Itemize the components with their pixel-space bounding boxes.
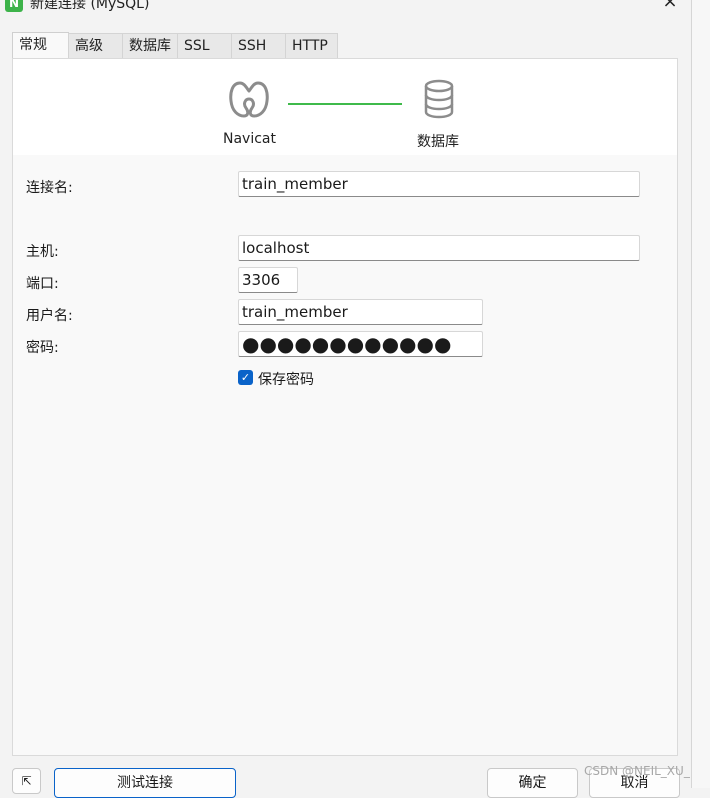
password-input[interactable]: ●●●●●●●●●●●● bbox=[238, 331, 483, 357]
username-input[interactable]: train_member bbox=[238, 299, 483, 325]
connection-banner: Navicat 数据库 bbox=[13, 59, 677, 155]
connection-name-label: 连接名: bbox=[26, 180, 73, 196]
database-label: 数据库 bbox=[417, 134, 459, 150]
export-connection-icon[interactable]: ⇱ bbox=[12, 768, 41, 794]
save-password-label: 保存密码 bbox=[258, 372, 314, 388]
port-input[interactable]: 3306 bbox=[238, 267, 298, 293]
navicat-label: Navicat bbox=[223, 131, 276, 147]
username-label: 用户名: bbox=[26, 308, 73, 324]
connection-line bbox=[288, 103, 402, 105]
title-bar: N 新建连接 (MySQL) × bbox=[0, 0, 691, 16]
ok-button[interactable]: 确定 bbox=[487, 768, 578, 798]
port-label: 端口: bbox=[26, 276, 59, 292]
save-password-checkbox[interactable]: ✓ bbox=[238, 370, 253, 385]
tab-http[interactable]: HTTP bbox=[285, 33, 338, 58]
connection-name-input[interactable]: train_member bbox=[238, 171, 640, 197]
tab-general[interactable]: 常规 bbox=[12, 32, 69, 59]
host-label: 主机: bbox=[26, 244, 59, 260]
navicat-logo-icon bbox=[229, 81, 269, 118]
general-panel: Navicat 数据库 连接名: train_member 主机: localh… bbox=[12, 58, 678, 756]
window-title: 新建连接 (MySQL) bbox=[30, 0, 150, 12]
database-icon bbox=[424, 79, 454, 119]
tab-ssl[interactable]: SSL bbox=[177, 33, 232, 58]
tab-advanced[interactable]: 高级 bbox=[68, 33, 123, 58]
background-window-strip bbox=[692, 0, 710, 788]
password-label: 密码: bbox=[26, 340, 59, 356]
navicat-app-icon: N bbox=[5, 0, 23, 12]
watermark: CSDN @NEIL_XU_ bbox=[584, 764, 690, 778]
close-icon[interactable]: × bbox=[660, 0, 680, 12]
dialog-window: N 新建连接 (MySQL) × 常规 高级 数据库 SSL SSH HTTP … bbox=[0, 0, 692, 798]
tab-databases[interactable]: 数据库 bbox=[122, 33, 178, 58]
tab-ssh[interactable]: SSH bbox=[231, 33, 286, 58]
host-input[interactable]: localhost bbox=[238, 235, 640, 261]
test-connection-button[interactable]: 测试连接 bbox=[54, 768, 236, 798]
